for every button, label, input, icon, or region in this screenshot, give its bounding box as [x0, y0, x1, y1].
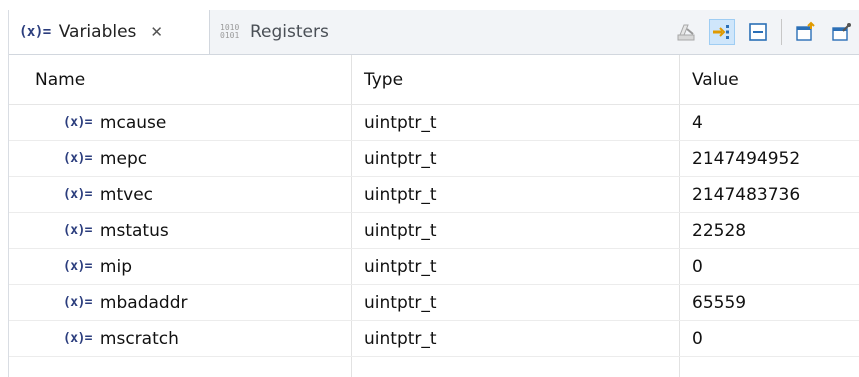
collapse-all-button[interactable]: [745, 19, 771, 45]
variable-icon: (x)=: [63, 223, 93, 238]
column-header-type[interactable]: Type: [351, 55, 679, 104]
variable-icon: (x)=: [63, 295, 93, 310]
close-icon[interactable]: ✕: [150, 23, 163, 41]
clear-icon: [677, 24, 695, 41]
variable-name: mscratch: [99, 328, 179, 349]
open-new-view-button[interactable]: [792, 19, 818, 45]
variables-view: (x)= Variables ✕ 1010 0101 Registers Nam…: [8, 10, 859, 377]
tab-variables-label: Variables: [58, 22, 137, 42]
collapse-all-icon: [749, 23, 767, 41]
variables-icon: (x)=: [19, 24, 51, 40]
show-type-names-button[interactable]: [709, 19, 735, 45]
clear-button[interactable]: [673, 19, 699, 45]
variables-table: Name Type Value (x)= mcause uintptr_t 4 (…: [9, 55, 859, 377]
variable-icon: (x)=: [63, 259, 93, 274]
variable-value[interactable]: 0: [679, 321, 859, 356]
column-header-value[interactable]: Value: [679, 55, 859, 104]
table-row[interactable]: (x)= mbadaddr uintptr_t 65559: [9, 285, 859, 321]
variable-name: mip: [99, 256, 132, 277]
table-row[interactable]: (x)= mip uintptr_t 0: [9, 249, 859, 285]
table-row[interactable]: (x)= mscratch uintptr_t 0: [9, 321, 859, 357]
table-row[interactable]: (x)= mepc uintptr_t 2147494952: [9, 141, 859, 177]
variable-name: mcause: [99, 112, 167, 133]
show-type-names-icon: [713, 25, 729, 39]
variable-type: uintptr_t: [351, 321, 679, 356]
variable-icon: (x)=: [63, 187, 93, 202]
variable-type: uintptr_t: [351, 285, 679, 320]
variable-icon: (x)=: [63, 151, 93, 166]
variable-name: mbadaddr: [99, 292, 188, 313]
variable-value[interactable]: 0: [679, 249, 859, 284]
variable-icon: (x)=: [63, 115, 93, 130]
view-toolbar: [673, 18, 854, 46]
tab-variables[interactable]: (x)= Variables ✕: [9, 10, 210, 54]
tab-registers-label: Registers: [250, 22, 329, 42]
empty-row: [9, 357, 859, 377]
tab-registers[interactable]: 1010 0101 Registers: [210, 10, 380, 54]
variable-type: uintptr_t: [351, 213, 679, 248]
variable-type: uintptr_t: [351, 141, 679, 176]
open-new-view-icon: [796, 21, 815, 41]
variable-value[interactable]: 65559: [679, 285, 859, 320]
variable-value[interactable]: 4: [679, 105, 859, 140]
variable-type: uintptr_t: [351, 177, 679, 212]
table-row[interactable]: (x)= mstatus uintptr_t 22528: [9, 213, 859, 249]
table-row[interactable]: (x)= mcause uintptr_t 4: [9, 105, 859, 141]
pin-view-button[interactable]: [828, 19, 854, 45]
variable-value[interactable]: 2147494952: [679, 141, 859, 176]
toolbar-separator: [781, 19, 782, 45]
variable-type: uintptr_t: [351, 105, 679, 140]
view-tab-bar: (x)= Variables ✕ 1010 0101 Registers: [9, 10, 859, 55]
table-row[interactable]: (x)= mtvec uintptr_t 2147483736: [9, 177, 859, 213]
variable-value[interactable]: 2147483736: [679, 177, 859, 212]
variable-name: mtvec: [99, 184, 154, 205]
column-header-name[interactable]: Name: [9, 55, 351, 104]
pin-view-icon: [832, 23, 851, 41]
variable-name: mepc: [99, 148, 148, 169]
variable-value[interactable]: 22528: [679, 213, 859, 248]
variable-icon: (x)=: [63, 331, 93, 346]
variable-type: uintptr_t: [351, 249, 679, 284]
table-header: Name Type Value: [9, 55, 859, 105]
registers-icon: 1010 0101: [220, 23, 240, 40]
variable-name: mstatus: [99, 220, 169, 241]
